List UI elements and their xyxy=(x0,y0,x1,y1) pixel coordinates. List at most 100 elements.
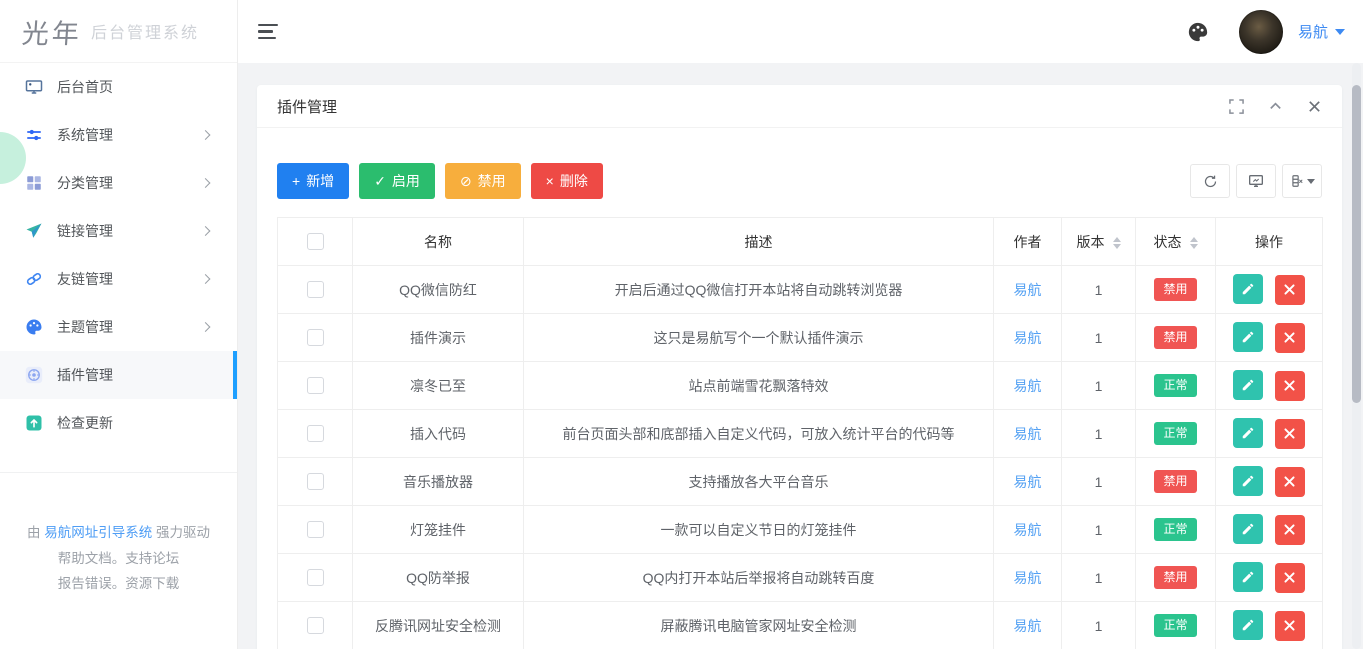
close-icon[interactable] xyxy=(1307,99,1322,114)
author-link[interactable]: 易航 xyxy=(1014,618,1042,634)
sidebar-item-friend-links[interactable]: 友链管理 xyxy=(0,255,237,303)
paper-plane-icon xyxy=(25,222,43,240)
delete-row-button[interactable] xyxy=(1275,371,1305,401)
username: 易航 xyxy=(1298,21,1328,42)
disable-button[interactable]: ⊘ 禁用 xyxy=(445,163,521,199)
user-menu[interactable]: 易航 xyxy=(1298,21,1345,42)
plugins-table: 名称 描述 作者 版本 状态 操作 QQ微信防红 开启后通过QQ微信打开本站将自… xyxy=(277,217,1323,649)
collapse-icon[interactable] xyxy=(1268,99,1283,114)
user-avatar[interactable] xyxy=(1239,10,1283,54)
table-tools xyxy=(1184,164,1322,198)
sidebar-item-label: 检查更新 xyxy=(57,413,113,433)
sidebar-item-links[interactable]: 链接管理 xyxy=(0,207,237,255)
delete-row-button[interactable] xyxy=(1275,467,1305,497)
plugin-name: 插入代码 xyxy=(353,410,524,458)
sidebar-item-system[interactable]: 系统管理 xyxy=(0,111,237,159)
edit-button[interactable] xyxy=(1233,274,1263,304)
support-forum-link[interactable]: 支持论坛 xyxy=(125,551,179,566)
row-checkbox[interactable] xyxy=(307,569,324,586)
row-checkbox[interactable] xyxy=(307,473,324,490)
edit-button[interactable] xyxy=(1233,370,1263,400)
powered-by-link[interactable]: 易航网址引导系统 xyxy=(44,525,152,540)
footer-links-line2: 帮助文档。支持论坛 xyxy=(0,546,237,572)
sort-icon[interactable] xyxy=(1113,237,1121,249)
delete-row-button[interactable] xyxy=(1275,323,1305,353)
row-checkbox[interactable] xyxy=(307,617,324,634)
plugin-description: 支持播放各大平台音乐 xyxy=(524,458,994,506)
delete-row-button[interactable] xyxy=(1275,275,1305,305)
plugin-name: 灯笼挂件 xyxy=(353,506,524,554)
resource-download-link[interactable]: 资源下载 xyxy=(125,576,179,591)
edit-button[interactable] xyxy=(1233,322,1263,352)
plugin-name: QQ微信防红 xyxy=(353,266,524,314)
sort-icon[interactable] xyxy=(1190,237,1198,249)
sidebar-item-check-update[interactable]: 检查更新 xyxy=(0,399,237,447)
table-row: QQ防举报 QQ内打开本站后举报将自动跳转百度 易航 1 禁用 xyxy=(278,554,1323,602)
delete-row-button[interactable] xyxy=(1275,419,1305,449)
ban-icon: ⊘ xyxy=(460,174,472,188)
plugin-version: 1 xyxy=(1062,506,1136,554)
link-icon xyxy=(25,270,43,288)
col-header-description: 描述 xyxy=(524,218,994,266)
plugin-version: 1 xyxy=(1062,314,1136,362)
author-link[interactable]: 易航 xyxy=(1014,426,1042,442)
menu-toggle-icon[interactable] xyxy=(258,22,282,42)
edit-button[interactable] xyxy=(1233,466,1263,496)
column-filter-button[interactable] xyxy=(1282,164,1322,198)
plugin-description: 站点前端雪花飘落特效 xyxy=(524,362,994,410)
sidebar-item-label: 后台首页 xyxy=(57,77,113,97)
table-row: 灯笼挂件 一款可以自定义节日的灯笼挂件 易航 1 正常 xyxy=(278,506,1323,554)
status-badge: 正常 xyxy=(1154,374,1196,396)
refresh-button[interactable] xyxy=(1190,164,1230,198)
author-link[interactable]: 易航 xyxy=(1014,522,1042,538)
sidebar-item-label: 友链管理 xyxy=(57,269,113,289)
author-link[interactable]: 易航 xyxy=(1014,330,1042,346)
row-checkbox[interactable] xyxy=(307,377,324,394)
display-mode-button[interactable] xyxy=(1236,164,1276,198)
logo-text: 光年 xyxy=(21,12,84,51)
edit-button[interactable] xyxy=(1233,610,1263,640)
status-badge: 禁用 xyxy=(1154,278,1196,300)
report-error-link[interactable]: 报告错误 xyxy=(58,576,112,591)
skin-palette-icon[interactable] xyxy=(1187,21,1209,43)
sidebar-divider xyxy=(0,472,237,473)
sidebar-item-category[interactable]: 分类管理 xyxy=(0,159,237,207)
row-checkbox[interactable] xyxy=(307,521,324,538)
chevron-right-icon xyxy=(201,130,211,140)
row-checkbox[interactable] xyxy=(307,425,324,442)
author-link[interactable]: 易航 xyxy=(1014,378,1042,394)
col-header-name: 名称 xyxy=(353,218,524,266)
table-header-row: 名称 描述 作者 版本 状态 操作 xyxy=(278,218,1323,266)
delete-button[interactable]: × 删除 xyxy=(531,163,603,199)
sidebar-item-plugins[interactable]: 插件管理 xyxy=(0,351,237,399)
delete-row-button[interactable] xyxy=(1275,515,1305,545)
status-badge: 正常 xyxy=(1154,518,1196,540)
edit-button[interactable] xyxy=(1233,562,1263,592)
author-link[interactable]: 易航 xyxy=(1014,282,1042,298)
help-docs-link[interactable]: 帮助文档 xyxy=(58,551,112,566)
sidebar-footer: 由 易航网址引导系统 强力驱动 帮助文档。支持论坛 报告错误。资源下载 xyxy=(0,520,237,597)
chevron-right-icon xyxy=(201,178,211,188)
table-row: 反腾讯网址安全检测 屏蔽腾讯电脑管家网址安全检测 易航 1 正常 xyxy=(278,602,1323,649)
row-checkbox[interactable] xyxy=(307,281,324,298)
plugin-name: QQ防举报 xyxy=(353,554,524,602)
table-row: 插件演示 这只是易航写个一个默认插件演示 易航 1 禁用 xyxy=(278,314,1323,362)
edit-button[interactable] xyxy=(1233,514,1263,544)
plugin-version: 1 xyxy=(1062,602,1136,649)
edit-button[interactable] xyxy=(1233,418,1263,448)
fullscreen-icon[interactable] xyxy=(1229,99,1244,114)
sidebar-item-themes[interactable]: 主题管理 xyxy=(0,303,237,351)
logo-suffix: 后台管理系统 xyxy=(91,19,199,43)
author-link[interactable]: 易航 xyxy=(1014,570,1042,586)
row-checkbox[interactable] xyxy=(307,329,324,346)
delete-row-button[interactable] xyxy=(1275,563,1305,593)
add-button[interactable]: + 新增 xyxy=(277,163,349,199)
table-row: 凛冬已至 站点前端雪花飘落特效 易航 1 正常 xyxy=(278,362,1323,410)
sidebar-item-dashboard[interactable]: 后台首页 xyxy=(0,63,237,111)
author-link[interactable]: 易航 xyxy=(1014,474,1042,490)
plugin-description: 这只是易航写个一个默认插件演示 xyxy=(524,314,994,362)
scrollbar-thumb[interactable] xyxy=(1352,85,1361,403)
delete-row-button[interactable] xyxy=(1275,611,1305,641)
select-all-checkbox[interactable] xyxy=(307,233,324,250)
enable-button[interactable]: ✓ 启用 xyxy=(359,163,435,199)
